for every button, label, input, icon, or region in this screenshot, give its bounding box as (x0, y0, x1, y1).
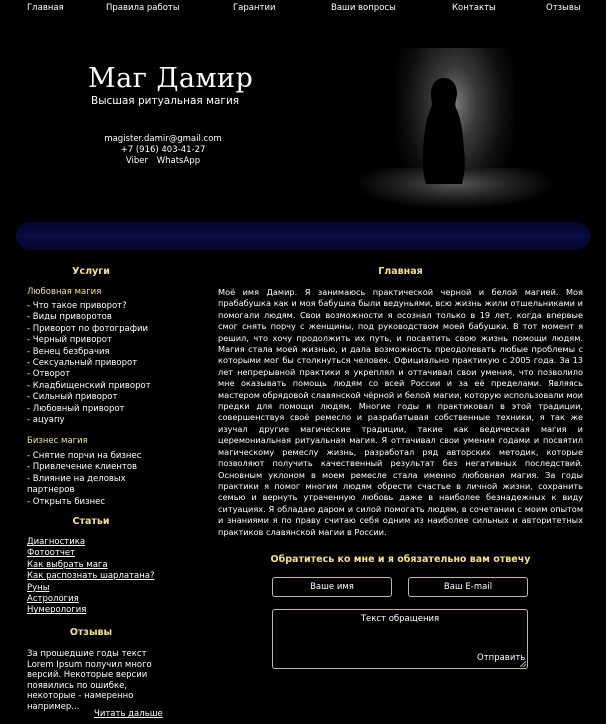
submit-button[interactable]: Отправить (477, 653, 525, 663)
articles-list: Диагностика Фотоотчет Как выбрать мага К… (27, 537, 155, 617)
article-link[interactable]: Нумерология (27, 605, 86, 615)
love-magic-list: - Что такое приворот? - Виды приворотов … (27, 301, 151, 426)
name-input[interactable] (272, 577, 392, 597)
site-subtitle: Высшая ритуальная магия (91, 95, 240, 107)
message-placeholder: Текст обращения (360, 614, 440, 624)
email-input[interactable] (408, 577, 528, 597)
nav-link-guarantees[interactable]: Гарантии (233, 3, 276, 13)
nav-link-contacts[interactable]: Контакты (452, 3, 496, 13)
reviews-heading: Отзывы (69, 627, 113, 638)
nav-link-home[interactable]: Главная (27, 3, 64, 13)
article-link[interactable]: Руны (27, 583, 49, 593)
viber-link[interactable]: Viber (126, 156, 148, 166)
services-heading: Услуги (72, 266, 110, 277)
nav-link-questions[interactable]: Ваши вопросы (331, 3, 396, 13)
contact-form-heading: Обратитесь ко мне и я обязательно вам от… (270, 554, 531, 565)
list-item[interactable]: - Привлечение клиентов (27, 462, 152, 473)
hooded-figure-image (422, 78, 465, 184)
top-nav: Главная Правила работы Гарантии Ваши воп… (0, 0, 606, 18)
business-magic-list: - Снятие порчи на бизнес - Привлечение к… (27, 451, 152, 508)
list-item[interactable]: - Венец безбрачия (27, 347, 151, 358)
article-link[interactable]: Как выбрать мага (27, 560, 108, 570)
sidebar: Услуги Любовная магия - Что такое привор… (0, 260, 182, 724)
article-link[interactable]: Диагностика (27, 537, 85, 547)
list-item[interactable]: - ацуапу (27, 415, 151, 426)
list-item[interactable]: - Кладбищенский приворот (27, 381, 151, 392)
contact-phone[interactable]: +7 (916) 403-41-27 (100, 145, 226, 156)
read-more-link[interactable]: Читать дальше (94, 709, 163, 719)
review-excerpt: За прошедшие годы текст Lorem Ipsum полу… (27, 649, 152, 712)
article-link[interactable]: Фотоотчет (27, 548, 75, 558)
main-heading: Главная (378, 266, 423, 277)
article-link[interactable]: Астрология (27, 594, 79, 604)
main-article-text: Моё имя Дамир. Я занимаюсь практической … (218, 287, 583, 537)
whatsapp-link[interactable]: WhatsApp (157, 156, 200, 166)
list-item[interactable]: - Отворот (27, 369, 151, 380)
messenger-links: Viber WhatsApp (100, 156, 226, 167)
list-item[interactable]: - Влияние на деловых партнеров (27, 474, 152, 497)
contact-email[interactable]: magister.damir@gmail.com (100, 134, 226, 145)
list-item[interactable]: - Сильный приворот (27, 392, 151, 403)
list-item[interactable]: - Приворот по фотографии (27, 324, 151, 335)
list-item[interactable]: - Черный приворот (27, 335, 151, 346)
list-item[interactable]: - Виды приворотов (27, 312, 151, 323)
article-link[interactable]: Как распознать шарлатана? (27, 571, 155, 581)
love-magic-heading[interactable]: Любовная магия (27, 287, 101, 297)
site-header: Маг Дамир Высшая ритуальная магия magist… (0, 18, 606, 253)
list-item[interactable]: - Что такое приворот? (27, 301, 151, 312)
articles-heading: Статьи (72, 516, 110, 527)
nav-link-rules[interactable]: Правила работы (106, 3, 180, 13)
header-blue-bar (16, 222, 590, 250)
list-item[interactable]: - Открыть бизнес (27, 497, 152, 508)
site-title: Маг Дамир (88, 63, 254, 94)
business-magic-heading[interactable]: Бизнес магия (27, 436, 88, 446)
list-item[interactable]: - Любовный приворот (27, 404, 151, 415)
nav-link-reviews[interactable]: Отзывы (546, 3, 581, 13)
list-item[interactable]: - Снятие порчи на бизнес (27, 451, 152, 462)
contact-block: magister.damir@gmail.com +7 (916) 403-41… (100, 134, 226, 167)
list-item[interactable]: - Сексуальный приворот (27, 358, 151, 369)
